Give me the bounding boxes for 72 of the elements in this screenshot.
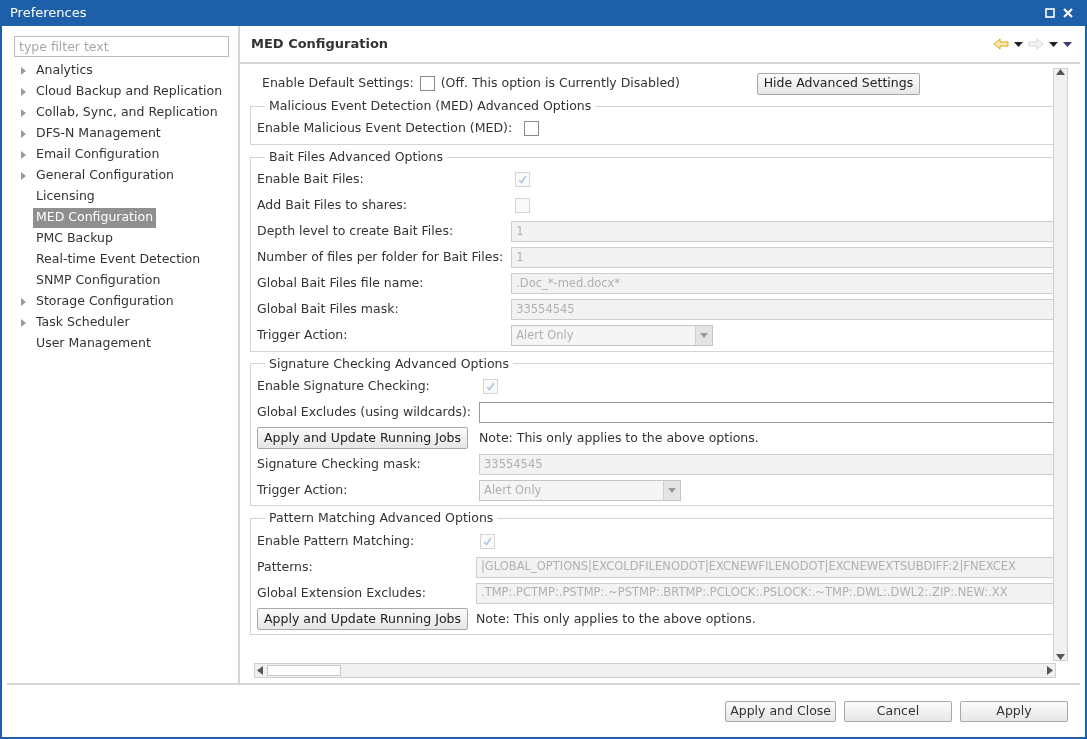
checkbox[interactable] [419,76,435,91]
tree-item[interactable]: Email Configuration [33,144,163,165]
expand-arrow-icon[interactable] [20,150,26,159]
checkmark-icon [517,174,529,185]
tree-item[interactable]: Analytics [33,60,96,81]
button[interactable]: Apply and Update Running Jobs [257,427,468,450]
tree-item[interactable]: User Management [33,333,154,354]
expand-arrow-icon[interactable] [20,66,26,75]
scroll-thumb[interactable] [267,665,341,676]
tree-item[interactable]: Task Scheduler [33,312,133,333]
button[interactable]: Hide Advanced Settings [756,72,921,95]
group-title: Signature Checking Advanced Options [268,354,510,373]
caret-icon [668,487,676,493]
tree-item[interactable]: PMC Backup [33,228,116,249]
expand-arrow-icon[interactable] [20,129,26,138]
dialog-button[interactable]: Apply [960,700,1068,722]
field-label: Enable Bait Files: [257,170,365,189]
field-label: Number of files per folder for Bait Files: [257,248,504,267]
tree-item[interactable]: General Configuration [33,165,177,186]
checkbox[interactable] [524,121,540,137]
dialog-button[interactable]: Cancel [844,700,952,722]
field-label: Global Bait Files file name: [257,274,425,293]
back-arrow-icon[interactable] [993,38,1009,50]
maximize-icon[interactable] [1045,8,1055,18]
field-label: Enable Signature Checking: [257,376,431,395]
page-title: MED Configuration [251,35,389,54]
tree-item[interactable]: DFS-N Management [33,123,164,144]
field-label: Enable Pattern Matching: [257,531,416,550]
field-label: Trigger Action: [257,480,349,499]
field-label: Add Bait Files to shares: [257,196,409,215]
window-title: Preferences [10,4,87,23]
caret-icon [700,333,709,338]
button[interactable]: Apply and Update Running Jobs [257,608,468,630]
tree-item[interactable]: Real-time Event Detection [33,249,204,270]
checkmark-icon [485,380,496,392]
tree-item[interactable]: Storage Configuration [33,291,177,312]
field-label: Signature Checking mask: [257,454,422,473]
expand-arrow-icon[interactable] [20,108,26,117]
tree-item[interactable]: Licensing [33,186,98,207]
status-note: (Off. This option is Currently Disabled) [440,74,681,93]
scroll-down-icon[interactable] [1056,654,1065,660]
field-label: Global Excludes (using wildcards): [257,402,471,421]
field-label: Global Extension Excludes: [257,583,427,602]
text-field[interactable] [479,401,1053,423]
vertical-scrollbar[interactable] [1053,68,1068,661]
field-label: Patterns: [257,557,314,576]
scroll-up-icon[interactable] [1056,69,1065,75]
expand-arrow-icon[interactable] [20,318,26,327]
expand-arrow-icon[interactable] [20,87,26,96]
field-label: Global Bait Files mask: [257,300,400,319]
group-title: Malicious Event Detection (MED) Advanced Options [268,97,593,115]
expand-arrow-icon[interactable] [20,171,26,180]
field-label: Depth level to create Bait Files: [257,222,455,241]
note-text: Note: This only applies to the above options. [476,609,757,628]
checkmark-icon [482,535,493,547]
group-title: Pattern Matching Advanced Options [268,509,495,528]
scroll-right-icon[interactable] [1047,666,1053,675]
expand-arrow-icon[interactable] [20,297,26,306]
tree-item[interactable]: SNMP Configuration [33,270,164,291]
close-icon[interactable] [1063,8,1073,18]
scroll-left-icon[interactable] [257,666,263,675]
tree-item[interactable]: Collab, Sync, and Replication [33,102,221,123]
tree-item[interactable]: Cloud Backup and Replication [33,81,226,102]
field-label: Enable Default Settings: [262,74,414,93]
field-label: Trigger Action: [257,326,349,345]
dropdown-caret-icon[interactable] [1014,41,1023,47]
field-label: Enable Malicious Event Detection (MED): [257,119,513,138]
note-text: Note: This only applies to the above options. [479,428,760,447]
group-title: Bait Files Advanced Options [268,147,444,166]
dialog-button[interactable]: Apply and Close [725,700,836,722]
horizontal-scrollbar[interactable] [254,663,1056,678]
filter-field[interactable]: type filter text [14,36,229,57]
